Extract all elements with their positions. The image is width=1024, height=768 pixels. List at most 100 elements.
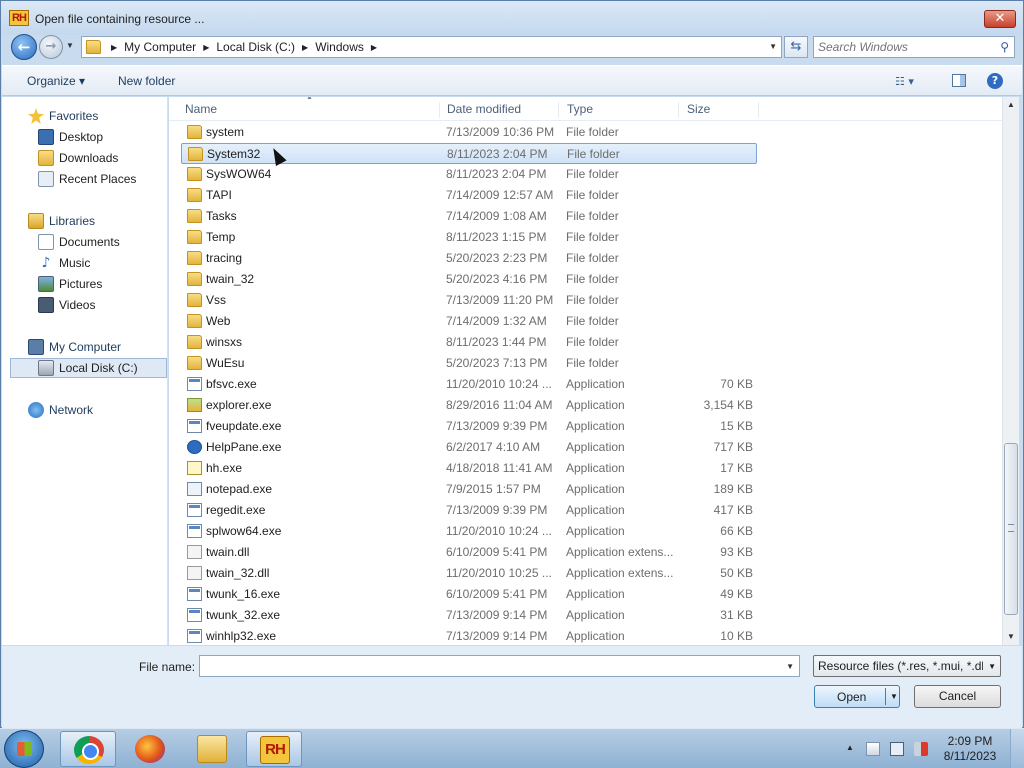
file-row[interactable]: Temp 8/11/2023 1:15 PM File folder: [181, 227, 757, 248]
show-desktop-button[interactable]: [1010, 729, 1024, 768]
file-row[interactable]: fveupdate.exe 7/13/2009 9:39 PM Applicatio…: [181, 416, 757, 437]
file-type: Application: [566, 461, 625, 475]
preview-pane-icon[interactable]: [952, 74, 966, 87]
file-row[interactable]: TAPI 7/14/2009 12:57 AM File folder: [181, 185, 757, 206]
file-date-modified: 8/11/2023 2:04 PM: [446, 167, 547, 181]
file-row[interactable]: system 7/13/2009 10:36 PM File folder: [181, 122, 757, 143]
file-type: File folder: [566, 125, 619, 139]
file-name: TAPI: [206, 188, 232, 202]
file-row[interactable]: Vss 7/13/2009 11:20 PM File folder: [181, 290, 757, 311]
nav-recent-places[interactable]: Recent Places: [38, 169, 136, 189]
file-date-modified: 11/20/2010 10:25 ...: [446, 566, 552, 580]
file-date-modified: 7/9/2015 1:57 PM: [446, 482, 541, 496]
crumb-my-computer[interactable]: My Computer: [124, 40, 196, 54]
start-button[interactable]: [4, 730, 44, 768]
file-row[interactable]: Web 7/14/2009 1:32 AM File folder: [181, 311, 757, 332]
sort-ascending-icon: ▲: [306, 97, 313, 101]
nav-libraries-label: Libraries: [49, 214, 96, 228]
nav-music[interactable]: ♪ Music: [38, 253, 91, 273]
file-type: File folder: [566, 356, 619, 370]
search-input[interactable]: [818, 39, 994, 55]
show-hidden-icons-icon[interactable]: ▲: [846, 743, 854, 752]
nav-downloads[interactable]: Downloads: [38, 148, 118, 168]
volume-muted-icon[interactable]: [914, 742, 928, 756]
file-row[interactable]: twunk_32.exe 7/13/2009 9:14 PM Application…: [181, 605, 757, 626]
crumb-windows[interactable]: Windows: [315, 40, 364, 54]
nav-favorites[interactable]: Favorites: [28, 106, 98, 126]
file-row[interactable]: twain_32.dll 11/20/2010 10:25 ... Applicat…: [181, 563, 757, 584]
file-type-select[interactable]: Resource files (*.res, *.mui, *.dll ▼: [813, 655, 1001, 677]
refresh-button[interactable]: ⇆: [784, 36, 808, 58]
file-row[interactable]: regedit.exe 7/13/2009 9:39 PM Application 4…: [181, 500, 757, 521]
file-name-combobox[interactable]: ▼: [199, 655, 800, 677]
videos-icon: [38, 297, 54, 313]
file-row[interactable]: bfsvc.exe 11/20/2010 10:24 ... Application…: [181, 374, 757, 395]
nav-documents[interactable]: Documents: [38, 232, 120, 252]
open-button[interactable]: Open ▼: [814, 685, 900, 708]
file-row[interactable]: notepad.exe 7/9/2015 1:57 PM Application 18…: [181, 479, 757, 500]
scroll-thumb[interactable]: [1004, 443, 1018, 615]
address-dropdown-icon[interactable]: ▼: [769, 42, 777, 51]
file-row[interactable]: twain_32 5/20/2023 4:16 PM File folder: [181, 269, 757, 290]
view-options-icon[interactable]: ☷ ▾: [895, 75, 914, 88]
application-icon: [187, 377, 202, 391]
taskbar-resource-hacker[interactable]: RH: [246, 731, 302, 767]
back-button[interactable]: ←: [11, 34, 37, 60]
scroll-up-icon[interactable]: ▲: [1003, 97, 1019, 113]
file-row[interactable]: SysWOW64 8/11/2023 2:04 PM File folder: [181, 164, 757, 185]
nav-my-computer[interactable]: My Computer: [28, 337, 121, 357]
open-button-label: Open: [837, 690, 867, 704]
vertical-scrollbar[interactable]: ▲ ▼: [1002, 97, 1019, 645]
application-icon: [187, 524, 202, 538]
file-row[interactable]: System32 8/11/2023 2:04 PM File folder: [181, 143, 757, 164]
column-name[interactable]: Name: [177, 102, 440, 118]
file-row[interactable]: Tasks 7/14/2009 1:08 AM File folder: [181, 206, 757, 227]
file-row[interactable]: twunk_16.exe 6/10/2009 5:41 PM Application…: [181, 584, 757, 605]
file-type: Application: [566, 524, 625, 538]
file-row[interactable]: tracing 5/20/2023 2:23 PM File folder: [181, 248, 757, 269]
scroll-down-icon[interactable]: ▼: [1003, 629, 1019, 645]
new-folder-button[interactable]: New folder: [118, 74, 175, 88]
taskbar-firefox[interactable]: [122, 731, 178, 767]
organize-button[interactable]: Organize ▾: [27, 74, 85, 88]
file-row[interactable]: hh.exe 4/18/2018 11:41 AM Application 17 KB: [181, 458, 757, 479]
file-date-modified: 5/20/2023 7:13 PM: [446, 356, 548, 370]
column-date-modified[interactable]: Date modified: [439, 102, 559, 118]
file-row[interactable]: WuEsu 5/20/2023 7:13 PM File folder: [181, 353, 757, 374]
system-clock[interactable]: 2:09 PM 8/11/2023: [940, 734, 1000, 764]
nav-videos[interactable]: Videos: [38, 295, 95, 315]
network-status-icon[interactable]: [890, 742, 904, 756]
nav-libraries[interactable]: Libraries: [28, 211, 95, 231]
file-row[interactable]: HelpPane.exe 6/2/2017 4:10 AM Application 7…: [181, 437, 757, 458]
file-row[interactable]: winsxs 8/11/2023 1:44 PM File folder: [181, 332, 757, 353]
forward-button[interactable]: →: [39, 35, 63, 59]
nav-network[interactable]: Network: [28, 400, 93, 420]
file-row[interactable]: twain.dll 6/10/2009 5:41 PM Application ex…: [181, 542, 757, 563]
open-options-dropdown-icon[interactable]: ▼: [890, 692, 898, 701]
cancel-button[interactable]: Cancel: [914, 685, 1001, 708]
crumb-separator-icon[interactable]: ▶: [371, 43, 377, 52]
column-type[interactable]: Type: [559, 102, 679, 118]
file-row[interactable]: splwow64.exe 11/20/2010 10:24 ... Applicat…: [181, 521, 757, 542]
file-name-input[interactable]: [204, 658, 774, 674]
help-icon[interactable]: ?: [987, 73, 1003, 89]
file-row[interactable]: winhlp32.exe 7/13/2009 9:14 PM Application…: [181, 626, 757, 645]
recent-pages-dropdown[interactable]: ▼: [66, 41, 76, 53]
close-button[interactable]: ✕: [984, 10, 1016, 28]
title-bar[interactable]: RH Open file containing resource ... ✕: [1, 1, 1023, 35]
action-center-icon[interactable]: [866, 742, 880, 756]
chevron-down-icon[interactable]: ▼: [786, 662, 794, 671]
nav-local-disk[interactable]: Local Disk (C:): [10, 358, 167, 378]
taskbar-chrome[interactable]: [60, 731, 116, 767]
crumb-local-disk[interactable]: Local Disk (C:): [216, 40, 295, 54]
nav-desktop[interactable]: Desktop: [38, 127, 103, 147]
taskbar-explorer[interactable]: [184, 731, 240, 767]
file-row[interactable]: explorer.exe 8/29/2016 11:04 AM Applicatio…: [181, 395, 757, 416]
search-icon[interactable]: ⚲: [1000, 40, 1009, 54]
crumb-separator-icon[interactable]: ▶: [203, 43, 209, 52]
search-box[interactable]: ⚲: [813, 36, 1015, 58]
nav-pictures[interactable]: Pictures: [38, 274, 102, 294]
column-size[interactable]: Size: [679, 102, 759, 118]
address-bar[interactable]: ▶ My Computer ▶ Local Disk (C:) ▶ Window…: [81, 36, 782, 58]
crumb-separator-icon[interactable]: ▶: [302, 43, 308, 52]
